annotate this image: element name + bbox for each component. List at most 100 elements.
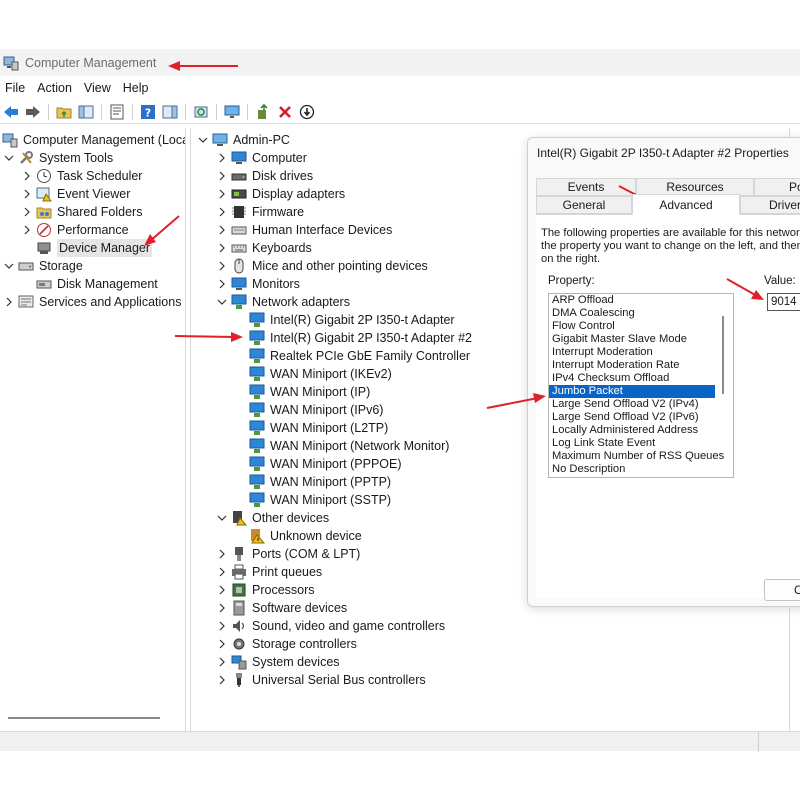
tree-item-shared-folders[interactable]: Shared Folders bbox=[21, 203, 142, 221]
category-sound[interactable]: Sound, video and game controllers bbox=[216, 617, 445, 635]
property-item[interactable]: Large Send Offload V2 (IPv6) bbox=[549, 411, 733, 424]
disable-icon[interactable] bbox=[298, 103, 316, 121]
tree-root[interactable]: Computer Management (Local bbox=[2, 131, 185, 149]
network-adapter-item[interactable]: WAN Miniport (L2TP) bbox=[249, 419, 388, 437]
network-adapter-item[interactable]: Intel(R) Gigabit 2P I350-t Adapter bbox=[249, 311, 455, 329]
property-item[interactable]: Flow Control bbox=[549, 320, 733, 333]
property-item[interactable]: No Description bbox=[549, 463, 733, 476]
uninstall-icon[interactable] bbox=[276, 103, 294, 121]
property-item[interactable]: Log Link State Event bbox=[549, 437, 733, 450]
monitor-icon[interactable] bbox=[223, 103, 241, 121]
chevron-right-icon[interactable] bbox=[216, 278, 228, 290]
refresh-icon[interactable] bbox=[192, 103, 210, 121]
chevron-right-icon[interactable] bbox=[216, 656, 228, 668]
chevron-right-icon[interactable] bbox=[216, 620, 228, 632]
chevron-right-icon[interactable] bbox=[21, 188, 33, 200]
property-item[interactable]: ARP Offload bbox=[549, 294, 733, 307]
chevron-down-icon[interactable] bbox=[216, 296, 228, 308]
other-device-item[interactable]: Unknown device bbox=[249, 527, 362, 545]
up-folder-icon[interactable] bbox=[55, 103, 73, 121]
chevron-right-icon[interactable] bbox=[216, 584, 228, 596]
chevron-right-icon[interactable] bbox=[216, 260, 228, 272]
category-computer[interactable]: Computer bbox=[216, 149, 307, 167]
chevron-right-icon[interactable] bbox=[21, 224, 33, 236]
property-item[interactable]: Gigabit Master Slave Mode bbox=[549, 333, 733, 346]
chevron-right-icon[interactable] bbox=[21, 170, 33, 182]
chevron-right-icon[interactable] bbox=[216, 188, 228, 200]
chevron-right-icon[interactable] bbox=[21, 206, 33, 218]
back-icon[interactable] bbox=[2, 103, 20, 121]
tree-item-services-and-applications[interactable]: Services and Applications bbox=[3, 293, 181, 311]
category-network-adapters[interactable]: Network adapters bbox=[216, 293, 350, 311]
category-display-adapters[interactable]: Display adapters bbox=[216, 185, 345, 203]
category-print-queues[interactable]: Print queues bbox=[216, 563, 322, 581]
chevron-right-icon[interactable] bbox=[216, 674, 228, 686]
show-hide-tree-icon[interactable] bbox=[77, 103, 95, 121]
property-item[interactable]: IPv4 Checksum Offload bbox=[549, 372, 733, 385]
property-item[interactable]: Interrupt Moderation bbox=[549, 346, 733, 359]
chevron-right-icon[interactable] bbox=[216, 638, 228, 650]
menu-view[interactable]: View bbox=[78, 81, 117, 95]
chevron-right-icon[interactable] bbox=[216, 170, 228, 182]
category-mice[interactable]: Mice and other pointing devices bbox=[216, 257, 428, 275]
property-item[interactable]: Locally Administered Address bbox=[549, 424, 733, 437]
chevron-right-icon[interactable] bbox=[216, 566, 228, 578]
category-firmware[interactable]: Firmware bbox=[216, 203, 304, 221]
tree-item-system-tools[interactable]: System Tools bbox=[3, 149, 113, 167]
action-pane-icon[interactable] bbox=[161, 103, 179, 121]
horizontal-scrollbar[interactable] bbox=[8, 717, 160, 719]
menu-file[interactable]: File bbox=[0, 81, 31, 95]
category-hid[interactable]: Human Interface Devices bbox=[216, 221, 392, 239]
network-adapter-item[interactable]: Intel(R) Gigabit 2P I350-t Adapter #2 bbox=[249, 329, 472, 347]
property-item-selected[interactable]: Jumbo Packet bbox=[549, 385, 715, 398]
tree-item-task-scheduler[interactable]: Task Scheduler bbox=[21, 167, 142, 185]
chevron-right-icon[interactable] bbox=[216, 152, 228, 164]
device-tree-root[interactable]: Admin-PC bbox=[197, 131, 290, 149]
chevron-right-icon[interactable] bbox=[3, 296, 15, 308]
tree-item-performance[interactable]: Performance bbox=[21, 221, 129, 239]
property-item[interactable]: Interrupt Moderation Rate bbox=[549, 359, 733, 372]
category-usb[interactable]: Universal Serial Bus controllers bbox=[216, 671, 426, 689]
network-adapter-item[interactable]: WAN Miniport (IKEv2) bbox=[249, 365, 392, 383]
category-keyboards[interactable]: Keyboards bbox=[216, 239, 312, 257]
network-adapter-item[interactable]: WAN Miniport (IPv6) bbox=[249, 401, 383, 419]
chevron-right-icon[interactable] bbox=[216, 224, 228, 236]
menu-action[interactable]: Action bbox=[31, 81, 78, 95]
network-adapter-item[interactable]: WAN Miniport (PPPOE) bbox=[249, 455, 402, 473]
menu-help[interactable]: Help bbox=[117, 81, 155, 95]
chevron-down-icon[interactable] bbox=[216, 512, 228, 524]
tab-events[interactable]: Events bbox=[536, 178, 636, 196]
tree-item-event-viewer[interactable]: Event Viewer bbox=[21, 185, 130, 203]
listbox-scrollbar[interactable] bbox=[722, 316, 724, 394]
chevron-down-icon[interactable] bbox=[3, 152, 15, 164]
tab-power[interactable]: Po bbox=[754, 178, 800, 196]
help-icon[interactable]: ? bbox=[139, 103, 157, 121]
category-ports[interactable]: Ports (COM & LPT) bbox=[216, 545, 360, 563]
tree-item-device-manager[interactable]: Device Manager bbox=[36, 239, 153, 257]
property-item[interactable]: Large Send Offload V2 (IPv4) bbox=[549, 398, 733, 411]
chevron-right-icon[interactable] bbox=[216, 548, 228, 560]
tab-advanced[interactable]: Advanced bbox=[632, 194, 740, 215]
properties-icon[interactable] bbox=[108, 103, 126, 121]
category-system-devices[interactable]: System devices bbox=[216, 653, 340, 671]
ok-button[interactable]: O bbox=[764, 579, 800, 601]
category-software-devices[interactable]: Software devices bbox=[216, 599, 347, 617]
network-adapter-item[interactable]: Realtek PCIe GbE Family Controller bbox=[249, 347, 470, 365]
category-processors[interactable]: Processors bbox=[216, 581, 315, 599]
chevron-down-icon[interactable] bbox=[197, 134, 209, 146]
category-disk-drives[interactable]: Disk drives bbox=[216, 167, 313, 185]
network-adapter-item[interactable]: WAN Miniport (IP) bbox=[249, 383, 370, 401]
property-item[interactable]: Maximum Number of RSS Queues bbox=[549, 450, 733, 463]
property-item[interactable]: DMA Coalescing bbox=[549, 307, 733, 320]
network-adapter-item[interactable]: WAN Miniport (Network Monitor) bbox=[249, 437, 449, 455]
tab-general[interactable]: General bbox=[536, 196, 632, 214]
network-adapter-item[interactable]: WAN Miniport (PPTP) bbox=[249, 473, 391, 491]
tree-item-disk-management[interactable]: Disk Management bbox=[36, 275, 158, 293]
network-adapter-item[interactable]: WAN Miniport (SSTP) bbox=[249, 491, 391, 509]
category-other-devices[interactable]: Other devices bbox=[216, 509, 329, 527]
category-monitors[interactable]: Monitors bbox=[216, 275, 300, 293]
chevron-right-icon[interactable] bbox=[216, 206, 228, 218]
forward-icon[interactable] bbox=[24, 103, 42, 121]
update-driver-icon[interactable] bbox=[254, 103, 272, 121]
chevron-right-icon[interactable] bbox=[216, 602, 228, 614]
